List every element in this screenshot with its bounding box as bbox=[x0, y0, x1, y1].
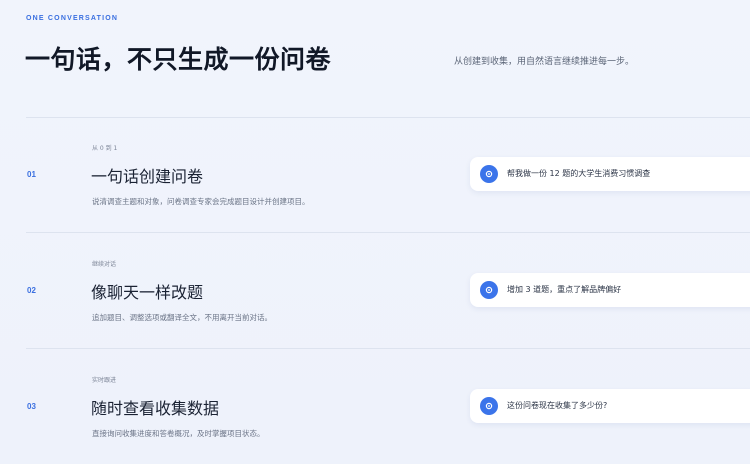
section-eyebrow: ONE CONVERSATION bbox=[26, 15, 119, 22]
ai-assistant-icon bbox=[480, 281, 498, 299]
step-title: 随时查看收集数据 bbox=[91, 399, 220, 418]
step-number: 01 bbox=[27, 170, 36, 179]
step-create: 从 0 到 1 01 一句话创建问卷 说清调查主题和对象，问卷调查专家会完成题目… bbox=[0, 117, 750, 232]
chat-message: 增加 3 道题，重点了解品牌偏好 bbox=[507, 285, 622, 294]
step-edit: 继续对话 02 像聊天一样改题 追加题目、调整选项或翻译全文，不用离开当前对话。… bbox=[0, 232, 750, 347]
chat-prompt-card[interactable]: 增加 3 道题，重点了解品牌偏好 bbox=[470, 273, 750, 307]
chat-message: 帮我做一份 12 题的大学生消费习惯调查 bbox=[507, 169, 651, 178]
page-title: 一句话，不只生成一份问卷 bbox=[25, 45, 332, 74]
step-track: 实时跟进 03 随时查看收集数据 直接询问收集进度和答卷概况，及时掌握项目状态。… bbox=[0, 348, 750, 463]
step-title: 一句话创建问卷 bbox=[91, 167, 204, 186]
page-subtitle: 从创建到收集，用自然语言继续推进每一步。 bbox=[454, 57, 635, 67]
page: ONE CONVERSATION 一句话，不只生成一份问卷 从创建到收集，用自然… bbox=[0, 0, 750, 464]
step-title: 像聊天一样改题 bbox=[91, 283, 204, 302]
step-tag: 继续对话 bbox=[92, 261, 117, 268]
step-description: 直接询问收集进度和答卷概况，及时掌握项目状态。 bbox=[92, 429, 265, 438]
step-tag: 实时跟进 bbox=[92, 377, 117, 384]
ai-assistant-icon bbox=[480, 165, 498, 183]
chat-prompt-card[interactable]: 这份问卷现在收集了多少份? bbox=[470, 389, 750, 423]
ai-assistant-icon bbox=[480, 397, 498, 415]
step-description: 说清调查主题和对象，问卷调查专家会完成题目设计并创建项目。 bbox=[92, 197, 310, 206]
chat-prompt-card[interactable]: 帮我做一份 12 题的大学生消费习惯调查 bbox=[470, 157, 750, 191]
step-description: 追加题目、调整选项或翻译全文，不用离开当前对话。 bbox=[92, 313, 272, 322]
step-number: 02 bbox=[27, 286, 36, 295]
step-number: 03 bbox=[27, 402, 36, 411]
chat-message: 这份问卷现在收集了多少份? bbox=[507, 401, 608, 410]
step-tag: 从 0 到 1 bbox=[92, 145, 118, 152]
